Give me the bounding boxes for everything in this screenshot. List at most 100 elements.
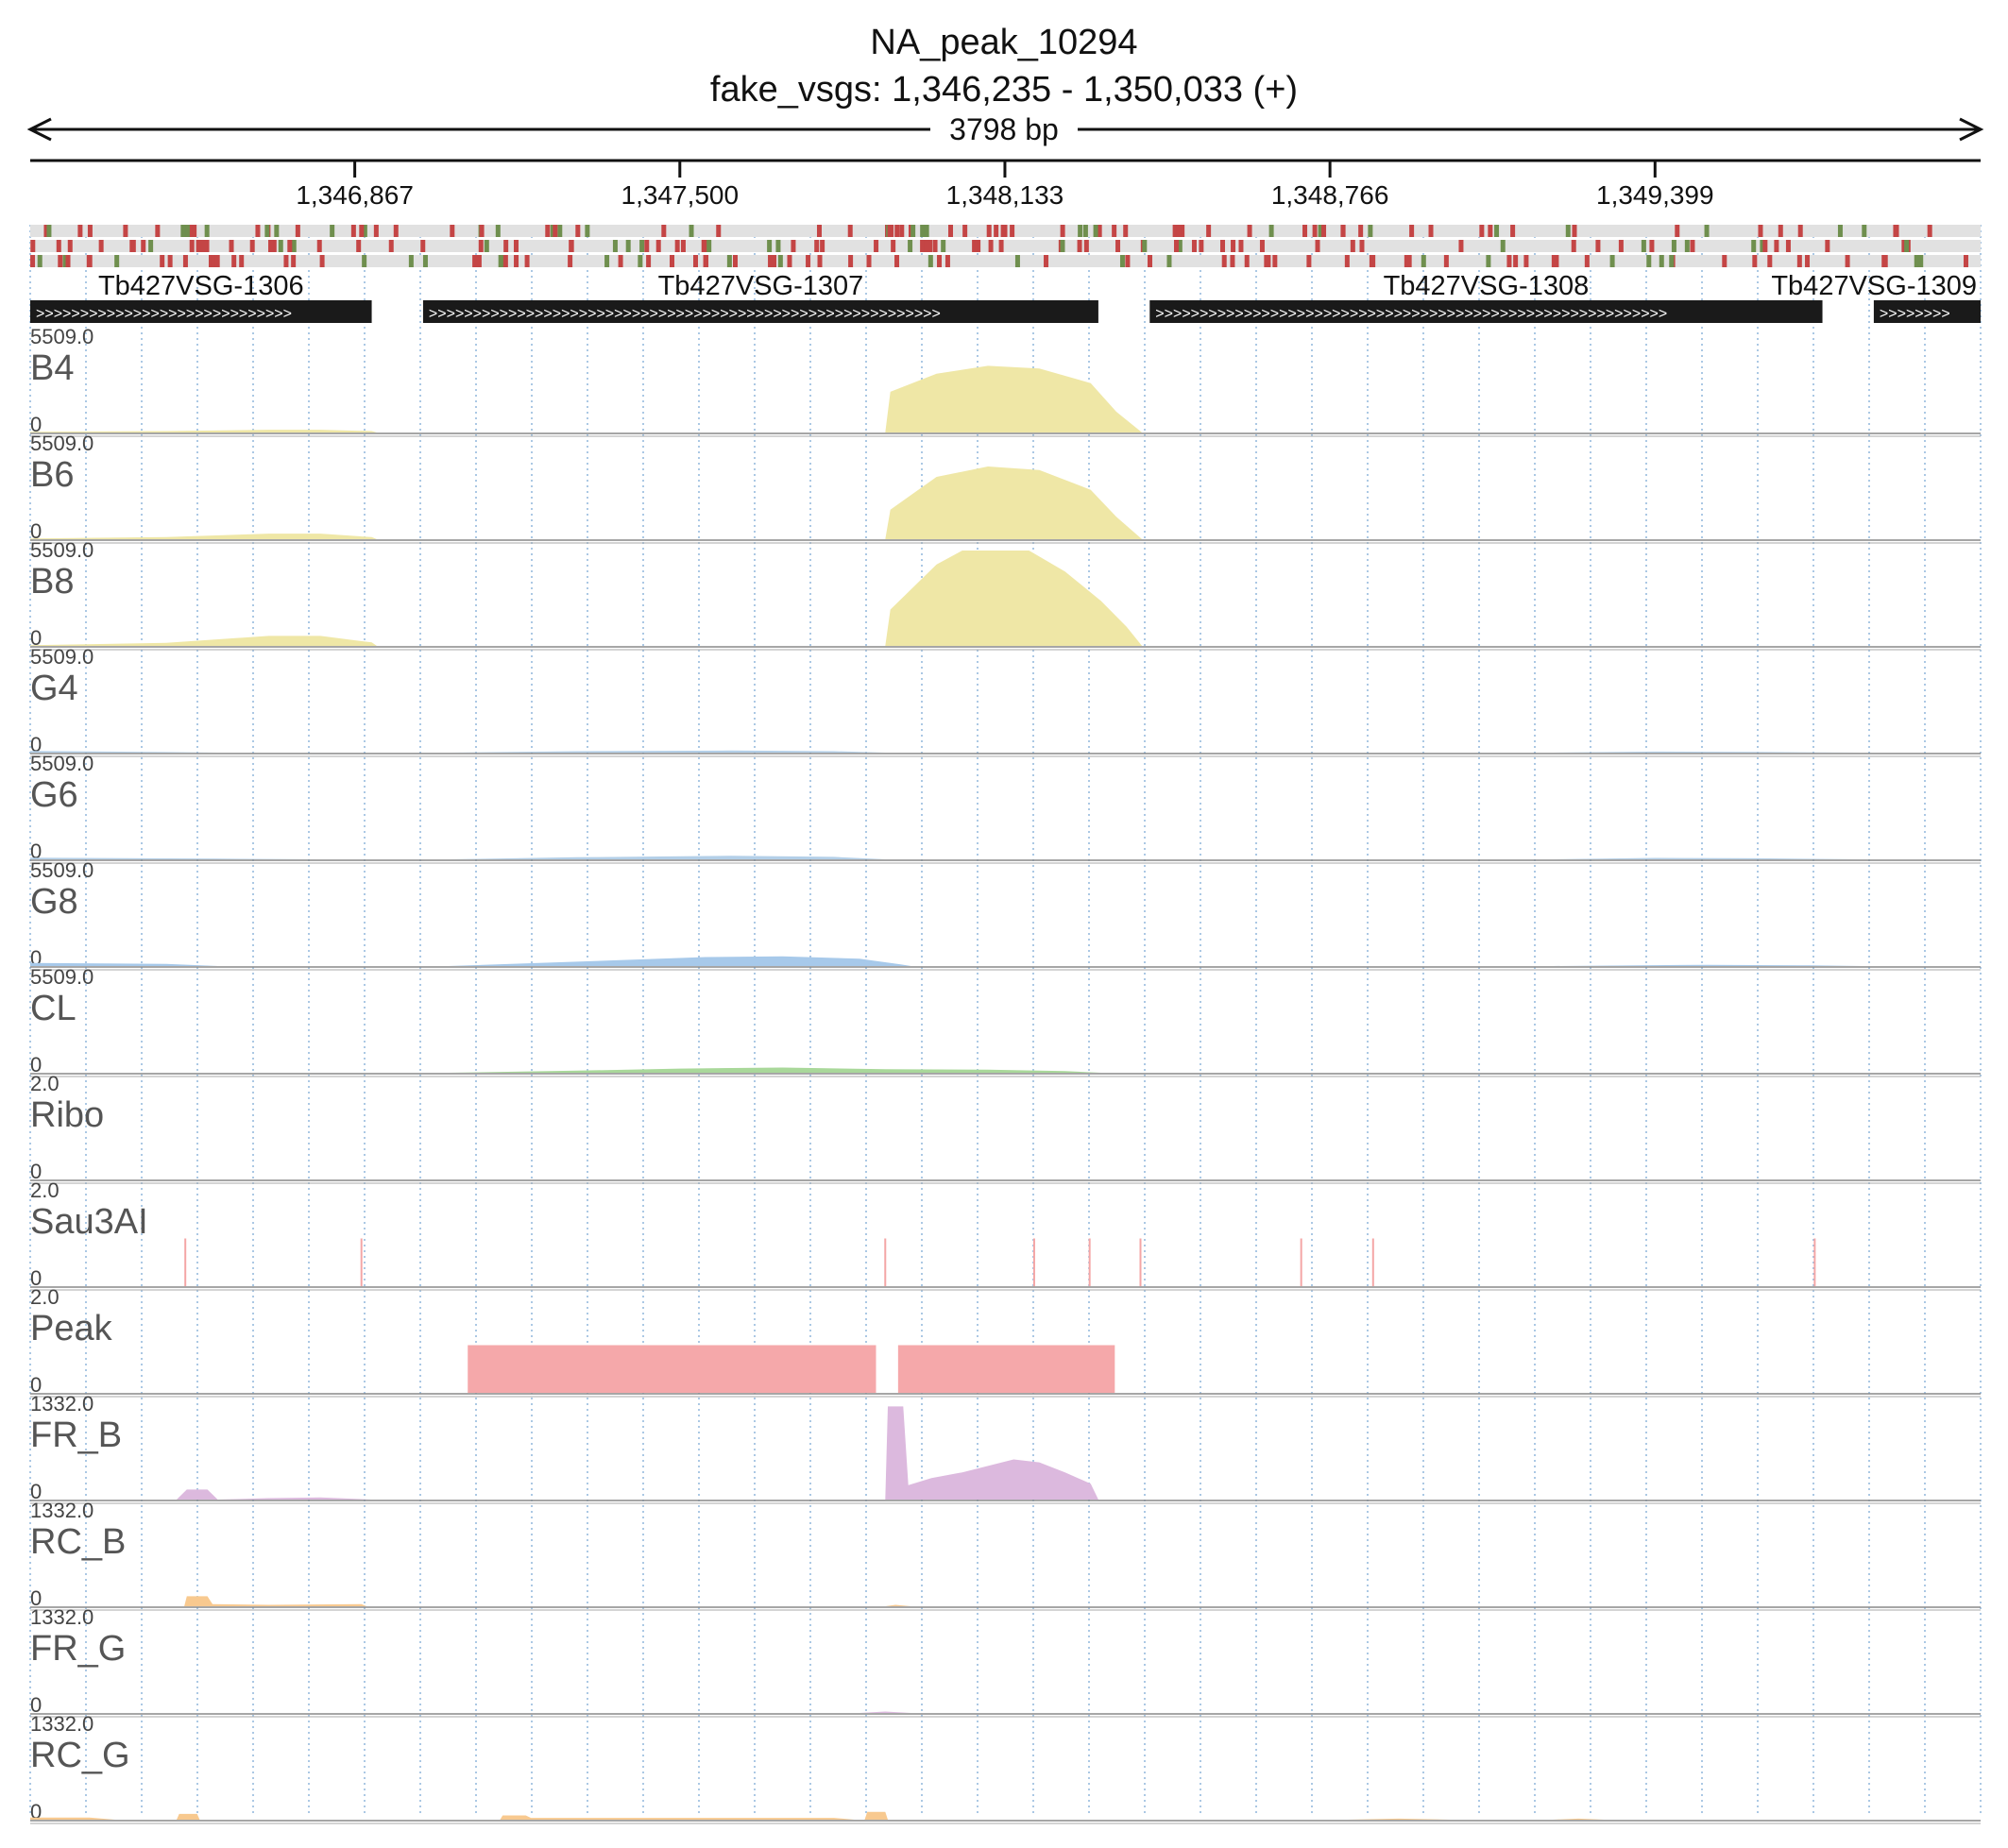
variant-mark bbox=[1752, 255, 1758, 267]
variant-mark bbox=[777, 255, 783, 267]
track-ymax-label: 5509.0 bbox=[30, 538, 94, 562]
variant-mark bbox=[791, 240, 796, 252]
variant-mark bbox=[806, 255, 811, 267]
span-label: 3798 bp bbox=[949, 112, 1059, 146]
variant-mark bbox=[1358, 225, 1364, 237]
variant-mark bbox=[1837, 225, 1843, 237]
x-axis: 1,346,867 1,347,500 1,348,133 1,348,766 1,34… bbox=[30, 159, 1981, 210]
variant-mark bbox=[646, 255, 652, 267]
variant-mark bbox=[287, 240, 293, 252]
variant-mark bbox=[1083, 240, 1089, 252]
variant-mark bbox=[249, 240, 255, 252]
track-name: Ribo bbox=[30, 1095, 104, 1135]
track-cl: 5509.0CL0 bbox=[30, 965, 1981, 1077]
variant-mark bbox=[639, 240, 645, 252]
variant-mark bbox=[192, 225, 197, 237]
variant-mark bbox=[167, 255, 173, 267]
variant-mark bbox=[1669, 255, 1675, 267]
variant-mark bbox=[56, 240, 61, 252]
variant-mark bbox=[484, 240, 489, 252]
track-area bbox=[184, 1596, 911, 1606]
variant-mark bbox=[1914, 255, 1919, 267]
variant-mark bbox=[129, 240, 135, 252]
variant-mark bbox=[1093, 225, 1098, 237]
variant-mark bbox=[58, 255, 63, 267]
track-name: Peak bbox=[30, 1309, 113, 1348]
variant-mark bbox=[1751, 240, 1757, 252]
track-g6: 5509.0G60 bbox=[30, 752, 1981, 864]
gene-label: Tb427VSG-1307 bbox=[658, 271, 864, 301]
track-fr_b: 1332.0FR_B0 bbox=[30, 1392, 1981, 1504]
variant-mark bbox=[1762, 240, 1768, 252]
variant-mark bbox=[1312, 225, 1318, 237]
grid-lines bbox=[29, 225, 1982, 1813]
variant-mark bbox=[1510, 225, 1516, 237]
variant-mark bbox=[1609, 255, 1615, 267]
track-ymax-label: 1332.0 bbox=[30, 1712, 94, 1736]
variant-mark bbox=[1112, 225, 1117, 237]
track-ymax-label: 2.0 bbox=[30, 1285, 60, 1309]
variant-mark bbox=[1044, 255, 1049, 267]
track-area bbox=[859, 1711, 911, 1713]
variant-mark bbox=[1191, 240, 1197, 252]
variant-mark bbox=[495, 225, 501, 237]
track-name: RC_G bbox=[30, 1736, 130, 1775]
variant-mark bbox=[1805, 255, 1811, 267]
variant-mark bbox=[503, 240, 509, 252]
variant-mark bbox=[924, 225, 929, 237]
track-ymin-label: 0 bbox=[30, 1800, 42, 1823]
axis-tick-label: 1,346,867 bbox=[296, 180, 414, 210]
variant-mark bbox=[1000, 225, 1006, 237]
variant-mark bbox=[98, 240, 104, 252]
variant-mark bbox=[319, 255, 325, 267]
variant-mark bbox=[655, 240, 661, 252]
variant-mark bbox=[716, 225, 722, 237]
variant-tracks bbox=[30, 225, 1981, 267]
variant-mark bbox=[1778, 225, 1783, 237]
track-name: G6 bbox=[30, 775, 78, 815]
variant-mark bbox=[1646, 255, 1652, 267]
variant-mark bbox=[185, 225, 191, 237]
variant-mark bbox=[450, 225, 455, 237]
peak-block bbox=[897, 1345, 1115, 1393]
track-peak: 2.0Peak0 bbox=[30, 1285, 1981, 1398]
variant-mark bbox=[295, 225, 300, 237]
variant-mark bbox=[330, 225, 335, 237]
variant-mark bbox=[1618, 240, 1624, 252]
variant-mark bbox=[1166, 255, 1172, 267]
variant-mark bbox=[569, 240, 574, 252]
gene-label: Tb427VSG-1309 bbox=[1771, 271, 1977, 301]
variant-mark bbox=[1690, 240, 1695, 252]
gene-strand-arrows: >>>>>>>>>>>>>>>>>>>>>>>>>>>>>>>>>>>>>>>>… bbox=[1155, 306, 1667, 322]
variant-mark bbox=[932, 240, 938, 252]
variant-mark bbox=[618, 255, 623, 267]
variant-mark bbox=[545, 225, 551, 237]
gene-strand-arrows: >>>>>>>>>>>>>>>>>>>>>>>>>>>>> bbox=[36, 306, 292, 322]
track-name: B8 bbox=[30, 562, 74, 602]
variant-mark bbox=[180, 225, 186, 237]
variant-mark bbox=[1219, 240, 1225, 252]
variant-mark bbox=[1350, 240, 1355, 252]
variant-mark bbox=[1927, 225, 1932, 237]
track-name: CL bbox=[30, 989, 77, 1028]
variant-mark bbox=[30, 255, 36, 267]
track-name: B4 bbox=[30, 348, 74, 388]
track-name: G4 bbox=[30, 669, 78, 708]
variant-mark bbox=[1010, 225, 1015, 237]
track-area bbox=[30, 956, 1862, 966]
variant-mark bbox=[283, 255, 289, 267]
track-ymax-label: 2.0 bbox=[30, 1072, 60, 1095]
variant-mark bbox=[408, 255, 414, 267]
variant-mark bbox=[568, 255, 573, 267]
variant-mark bbox=[908, 240, 913, 252]
track-rc_g: 1332.0RC_G 0 bbox=[30, 1712, 1981, 1824]
variant-mark bbox=[625, 240, 631, 252]
variant-mark bbox=[1488, 225, 1493, 237]
variant-mark bbox=[1963, 255, 1968, 267]
variant-mark bbox=[524, 255, 530, 267]
variant-mark bbox=[478, 240, 484, 252]
variant-mark bbox=[1551, 255, 1557, 267]
variant-mark bbox=[1595, 240, 1601, 252]
variant-mark bbox=[148, 240, 154, 252]
track-name: RC_B bbox=[30, 1522, 126, 1562]
